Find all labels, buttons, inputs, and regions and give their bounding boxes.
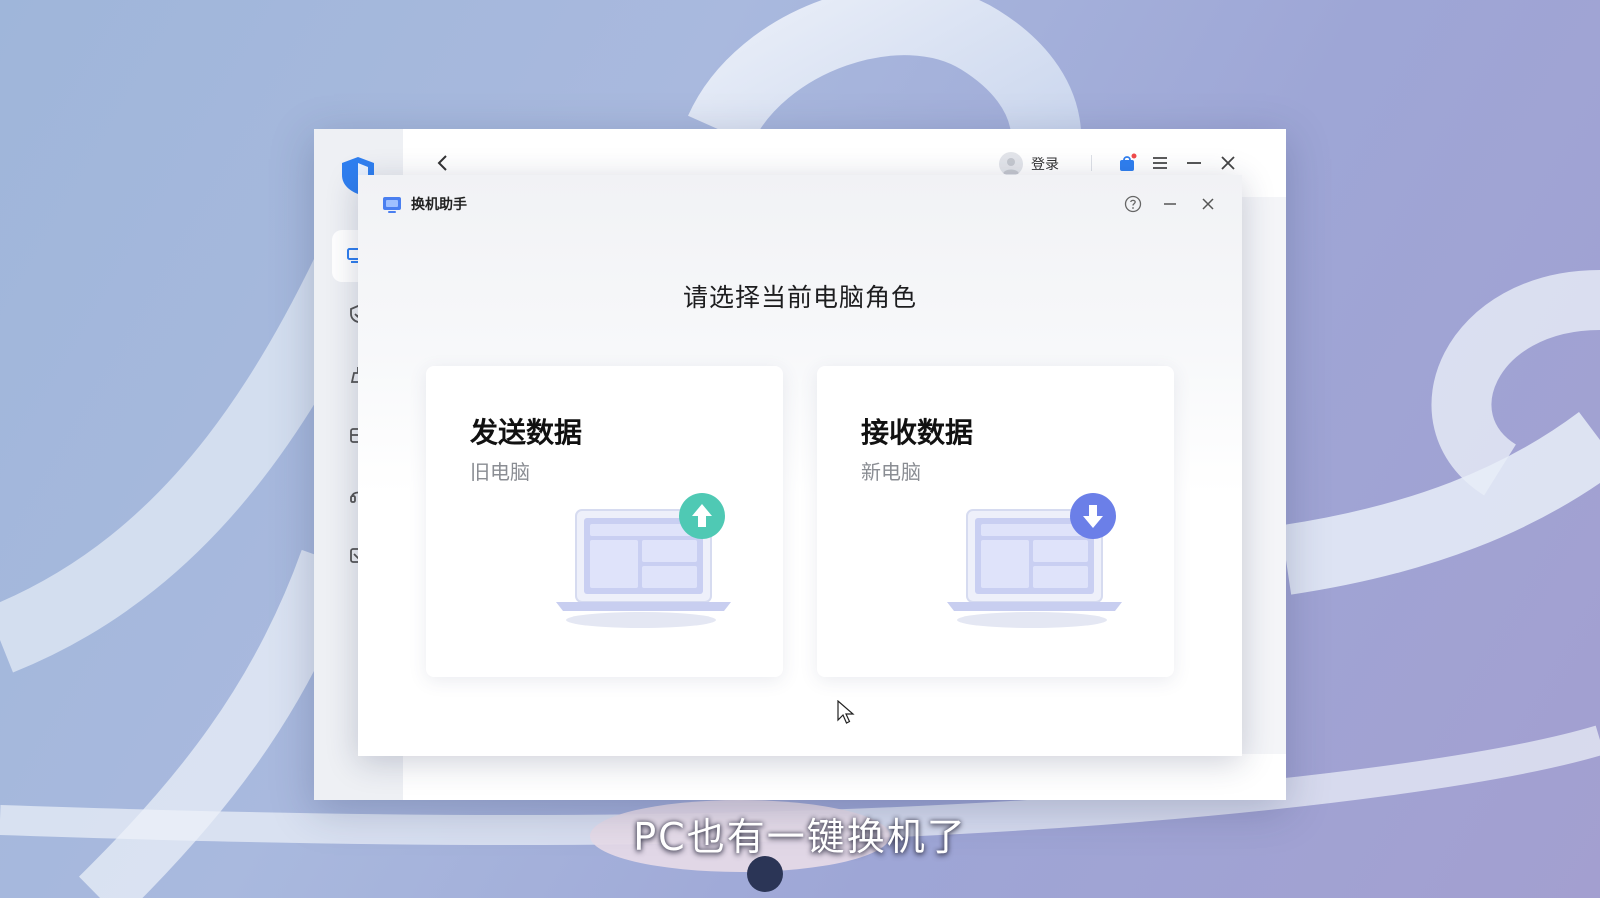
- migration-assistant-dialog: 换机助手 请选择当前电脑角色 发送数据 旧电脑 接收数据 新电脑: [358, 175, 1242, 756]
- send-card-title: 发送数据: [470, 416, 583, 449]
- topbar-divider: [1091, 155, 1092, 171]
- login-label: 登录: [1031, 157, 1059, 173]
- minimize-icon[interactable]: [1184, 153, 1204, 173]
- migration-app-icon: [383, 197, 401, 213]
- user-icon: [1003, 158, 1019, 174]
- send-data-card[interactable]: 发送数据 旧电脑: [426, 366, 783, 677]
- laptop-upload-illustration: [556, 493, 731, 628]
- dialog-minimize-icon[interactable]: [1161, 195, 1179, 213]
- shopping-bag-icon[interactable]: [1117, 153, 1137, 173]
- laptop-download-illustration: [947, 493, 1122, 628]
- menu-icon[interactable]: [1150, 153, 1170, 173]
- receive-data-card[interactable]: 接收数据 新电脑: [817, 366, 1174, 677]
- receive-card-title: 接收数据: [861, 416, 974, 449]
- role-select-heading: 请选择当前电脑角色: [682, 283, 917, 312]
- login-button[interactable]: 登录: [999, 151, 1059, 177]
- video-caption: PC也有一键换机了: [633, 815, 967, 859]
- dialog-close-icon[interactable]: [1199, 195, 1217, 213]
- back-icon[interactable]: [433, 153, 453, 173]
- mouse-cursor-icon: [837, 700, 855, 724]
- receive-card-subtitle: 新电脑: [861, 460, 921, 484]
- close-icon[interactable]: [1218, 153, 1238, 173]
- send-card-subtitle: 旧电脑: [470, 460, 530, 484]
- dialog-title: 换机助手: [411, 197, 467, 213]
- app-content-area: [403, 754, 1286, 800]
- avatar: [999, 152, 1023, 176]
- help-icon[interactable]: [1124, 195, 1142, 213]
